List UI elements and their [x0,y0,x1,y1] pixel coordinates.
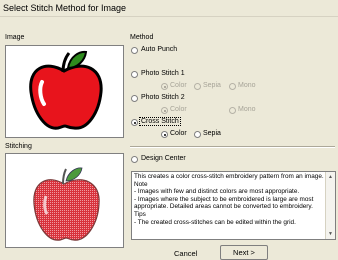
design-center-label[interactable]: Design Center [141,155,186,162]
ps2-mono-radio [229,107,236,114]
auto-punch-radio[interactable] [131,47,138,54]
image-preview [5,45,124,138]
design-center-radio[interactable] [131,156,138,163]
apple-image [29,50,103,130]
description-line: Note [134,180,148,188]
auto-punch-label[interactable]: Auto Punch [141,46,177,53]
cs-sepia-radio[interactable] [194,131,201,138]
description-scrollbar[interactable]: ▲ ▼ [325,172,335,239]
photo-stitch-1-radio[interactable] [131,71,138,78]
photo-stitch-1-label[interactable]: Photo Stitch 1 [141,70,185,77]
ps1-color-radio [161,83,168,90]
scroll-up-icon[interactable]: ▲ [328,174,333,180]
description-box[interactable]: This creates a color cross-stitch embroi… [131,171,336,240]
stitching-preview [5,153,124,248]
description-line: - The created cross-stitches can be edit… [134,218,296,226]
ps1-mono-label: Mono [238,82,256,89]
separator [130,146,335,148]
image-label: Image [5,34,25,41]
window-title: Select Stitch Method for Image [3,3,127,13]
method-label: Method [130,34,154,41]
description-line: - Images where the subject to be embroid… [134,195,314,211]
title-bar: Select Stitch Method for Image [0,0,338,17]
ps2-mono-label: Mono [238,106,256,113]
description-line: This creates a color cross-stitch embroi… [134,173,324,180]
cs-color-radio[interactable] [161,131,168,138]
photo-stitch-2-label[interactable]: Photo Stitch 2 [141,94,185,101]
ps2-color-radio [161,107,168,114]
description-line: - Images with few and distinct colors ar… [134,188,300,196]
description-text: This creates a color cross-stitch embroi… [134,173,324,226]
scroll-down-icon[interactable]: ▼ [328,231,333,237]
next-button[interactable]: Next > [220,245,268,260]
description-line: Tips [134,210,146,218]
cross-stitch-apple-image [33,167,100,241]
ps1-sepia-radio [194,83,201,90]
cross-stitch-radio[interactable] [131,119,138,126]
cs-sepia-label[interactable]: Sepia [203,130,221,137]
photo-stitch-2-radio[interactable] [131,95,138,102]
ps1-mono-radio [229,83,236,90]
cs-color-label[interactable]: Color [170,130,187,137]
cross-stitch-label[interactable]: Cross Stitch [139,117,181,126]
ps1-sepia-label: Sepia [203,82,221,89]
stitching-label: Stitching [5,143,32,150]
ps1-color-label: Color [170,82,187,89]
ps2-color-label: Color [170,106,187,113]
